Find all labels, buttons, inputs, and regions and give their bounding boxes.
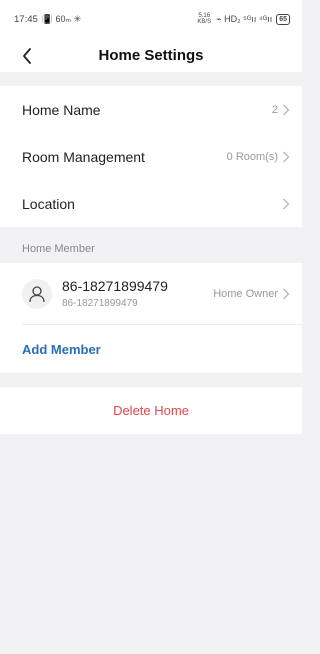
room-count-value: 0 Room(s) <box>226 150 278 163</box>
member-info: 86-18271899479 86-18271899479 <box>62 278 213 309</box>
nav-bar: Home Settings <box>0 38 302 72</box>
page-title: Home Settings <box>98 46 204 64</box>
delete-home-button[interactable]: Delete Home <box>0 387 302 434</box>
members-section: 86-18271899479 86-18271899479 Home Owner… <box>0 263 302 373</box>
home-name-row[interactable]: Home Name 2 <box>0 86 302 133</box>
location-label: Location <box>22 195 75 212</box>
member-phone: 86-18271899479 <box>62 298 138 309</box>
signal-icons: ⌁ HD₂ ⁵ᴳıı ⁴ᴳıı <box>216 13 273 24</box>
room-management-value-group: 0 Room(s) <box>227 151 290 163</box>
add-member-button[interactable]: Add Member <box>0 325 302 373</box>
avatar <box>22 278 52 309</box>
chevron-left-icon <box>23 48 31 64</box>
room-management-label: Room Management <box>22 148 145 165</box>
room-management-row[interactable]: Room Management 0 Room(s) <box>0 133 302 180</box>
delete-section: Delete Home <box>0 387 302 434</box>
chevron-right-icon <box>283 104 290 115</box>
net-speed: 5.16 KB/S <box>197 13 212 25</box>
location-row[interactable]: Location <box>0 180 302 227</box>
home-info-section: Home Name 2 Room Management 0 Room(s) Lo… <box>0 86 302 227</box>
chevron-right-icon <box>283 151 290 162</box>
home-name-value: 2 <box>271 103 278 116</box>
member-name: 86-18271899479 <box>62 278 168 294</box>
user-icon <box>29 285 45 302</box>
battery-level: 65 <box>279 15 287 23</box>
status-bar: 17:45 📳 60ₘ ✳ 5.16 KB/S ⌁ HD₂ ⁵ᴳıı ⁴ᴳıı … <box>0 0 302 38</box>
home-member-header: Home Member <box>0 235 302 263</box>
status-time: 17:45 <box>14 13 38 25</box>
status-right: 5.16 KB/S ⌁ HD₂ ⁵ᴳıı ⁴ᴳıı 65 <box>196 13 290 25</box>
status-left: 17:45 📳 60ₘ ✳ <box>14 14 81 25</box>
battery-icon: 65 <box>276 13 290 25</box>
member-row[interactable]: 86-18271899479 86-18271899479 Home Owner <box>0 263 302 324</box>
home-settings-screen: 17:45 📳 60ₘ ✳ 5.16 KB/S ⌁ HD₂ ⁵ᴳıı ⁴ᴳıı … <box>0 0 302 654</box>
home-name-label: Home Name <box>22 101 101 118</box>
back-button[interactable] <box>14 43 40 69</box>
location-value-group <box>278 198 290 210</box>
member-role-group: Home Owner <box>213 288 290 300</box>
status-left-icons: 📳 60ₘ ✳ <box>41 13 82 24</box>
member-role: Home Owner <box>213 287 278 300</box>
chevron-right-icon <box>283 198 290 209</box>
home-name-value-group: 2 <box>272 104 290 116</box>
chevron-right-icon <box>283 288 290 299</box>
